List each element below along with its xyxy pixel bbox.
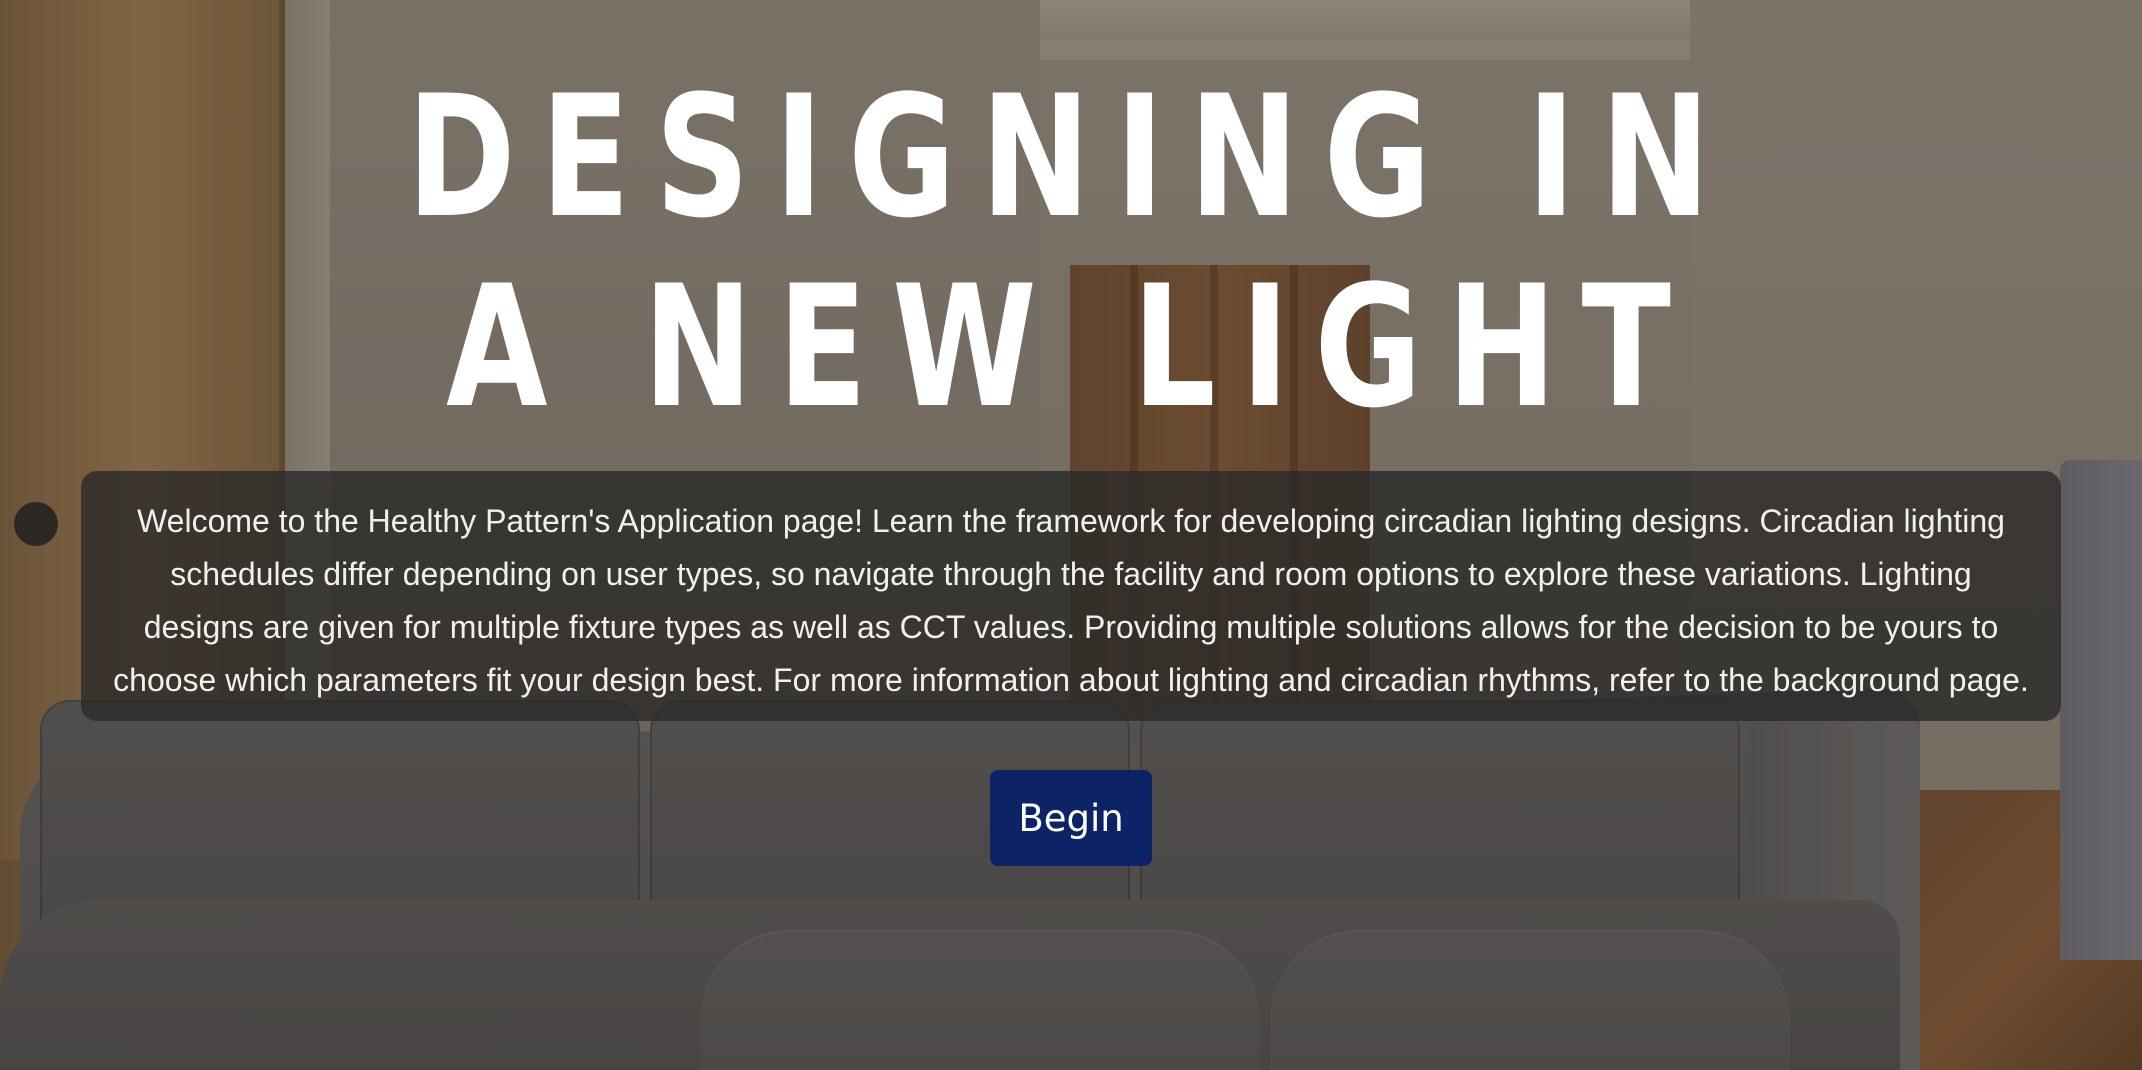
- page-title-line-1: DESIGNING IN: [406, 59, 1736, 255]
- intro-paragraph: Welcome to the Healthy Pattern's Applica…: [113, 503, 2029, 698]
- begin-button[interactable]: Begin: [990, 770, 1152, 866]
- intro-text-box: Welcome to the Healthy Pattern's Applica…: [81, 471, 2061, 721]
- hero-section: DESIGNING IN A NEW LIGHT Welcome to the …: [0, 0, 2142, 1070]
- page-title: DESIGNING IN A NEW LIGHT: [236, 62, 1907, 442]
- page-title-line-2: A NEW LIGHT: [446, 249, 1696, 445]
